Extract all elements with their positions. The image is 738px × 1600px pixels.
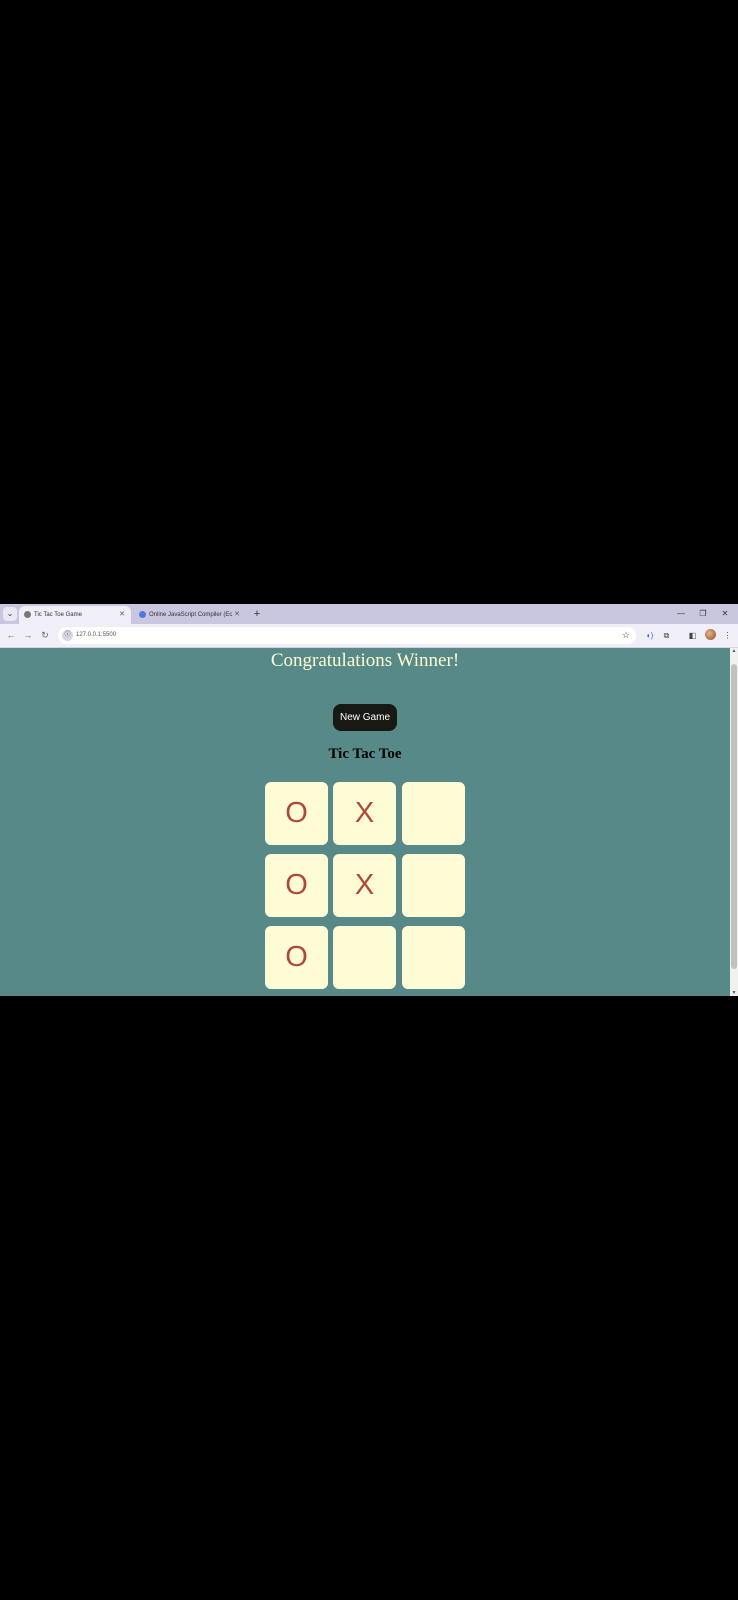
board-cell-6[interactable] [402, 854, 465, 917]
winner-message: Congratulations Winner! [270, 650, 460, 671]
side-panel-icon[interactable]: ◧ [686, 629, 699, 642]
back-button[interactable]: ← [4, 628, 18, 642]
extensions-icon[interactable]: ⧉ [660, 629, 673, 642]
new-game-button[interactable]: New Game [333, 704, 397, 731]
close-tab-icon[interactable]: ✕ [234, 606, 240, 624]
tab-label: Online JavaScript Compiler (Ec [149, 612, 233, 618]
board-cell-4[interactable]: O [265, 854, 328, 917]
board-cell-1[interactable]: O [265, 782, 328, 845]
tab-online-compiler[interactable]: Online JavaScript Compiler (Ec ✕ [134, 606, 246, 624]
tab-tic-tac-toe[interactable]: Tic Tac Toe Game ✕ [19, 606, 131, 624]
new-tab-button[interactable]: + [250, 606, 264, 622]
game-board: O X O X O [265, 782, 465, 990]
scrollbar-thumb[interactable] [731, 664, 737, 969]
board-cell-5[interactable]: X [333, 854, 396, 917]
profile-avatar[interactable] [705, 629, 716, 640]
board-cell-8[interactable] [333, 926, 396, 989]
read-aloud-icon[interactable]: ◖) [643, 629, 656, 642]
bookmark-star-icon[interactable]: ☆ [622, 627, 630, 644]
site-info-icon[interactable]: ⓘ [62, 630, 73, 641]
tab-bar: ⌄ Tic Tac Toe Game ✕ Online JavaScript C… [0, 604, 738, 624]
address-toolbar: ← → ↻ ⓘ 127.0.0.1:5500 ☆ ◖) ⧉ ◧ ⋮ [0, 624, 738, 648]
board-cell-7[interactable]: O [265, 926, 328, 989]
minimize-button[interactable]: — [672, 607, 690, 621]
forward-button[interactable]: → [21, 628, 35, 642]
page-content: Congratulations Winner! New Game Tic Tac… [0, 648, 730, 996]
close-window-button[interactable]: ✕ [716, 607, 734, 621]
close-tab-icon[interactable]: ✕ [119, 606, 125, 624]
menu-icon[interactable]: ⋮ [721, 629, 734, 642]
globe-icon [24, 610, 31, 618]
scroll-down-icon[interactable]: ▼ [730, 990, 738, 996]
tab-search-button[interactable]: ⌄ [3, 607, 17, 621]
reload-button[interactable]: ↻ [38, 628, 52, 642]
url-text: 127.0.0.1:5500 [76, 632, 117, 638]
address-bar[interactable]: ⓘ 127.0.0.1:5500 ☆ [58, 627, 636, 644]
board-cell-9[interactable] [402, 926, 465, 989]
tab-label: Tic Tac Toe Game [34, 612, 82, 618]
compiler-favicon-icon [139, 610, 146, 618]
scroll-up-icon[interactable]: ▲ [730, 648, 738, 654]
restore-button[interactable]: ❐ [694, 607, 712, 621]
browser-window: ⌄ Tic Tac Toe Game ✕ Online JavaScript C… [0, 604, 738, 996]
game-title: Tic Tac Toe [328, 746, 402, 762]
page-scrollbar[interactable]: ▲ ▼ [730, 648, 738, 996]
board-cell-2[interactable]: X [333, 782, 396, 845]
board-cell-3[interactable] [402, 782, 465, 845]
